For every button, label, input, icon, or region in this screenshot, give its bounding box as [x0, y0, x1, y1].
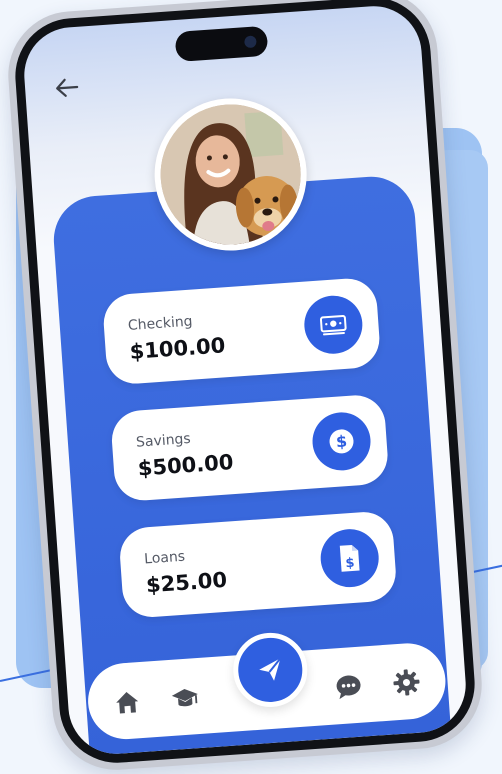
graduation-cap-icon [171, 688, 198, 707]
nav-learn[interactable] [167, 680, 203, 716]
chat-icon [336, 675, 361, 700]
account-balance: $100.00 [128, 333, 227, 364]
account-label: Savings [135, 430, 192, 451]
dollar-icon: $ [310, 410, 373, 473]
camera-icon [244, 35, 257, 49]
nav-settings[interactable] [388, 664, 424, 700]
back-button[interactable] [46, 66, 89, 109]
cash-icon [302, 293, 365, 356]
svg-text:$: $ [335, 432, 347, 452]
account-balance: $500.00 [137, 450, 235, 481]
account-card-loans[interactable]: Loans $25.00 $ [118, 510, 398, 619]
account-label: Checking [127, 313, 194, 335]
invoice-icon: $ [318, 527, 381, 590]
account-balance: $25.00 [145, 567, 228, 598]
account-card-checking[interactable]: Checking $100.00 [101, 276, 382, 386]
app-screen: Checking $100.00 Savings $500.00 $ Loans… [21, 3, 469, 757]
phone-mockup: Checking $100.00 Savings $500.00 $ Loans… [4, 0, 486, 774]
send-icon [259, 657, 282, 681]
account-label: Loans [143, 548, 186, 568]
avatar-photo [155, 99, 306, 250]
account-card-savings[interactable]: Savings $500.00 $ [109, 393, 390, 503]
svg-text:$: $ [345, 556, 355, 572]
nav-chat[interactable] [330, 668, 366, 704]
gear-icon [393, 669, 420, 696]
home-icon [116, 692, 139, 714]
arrow-left-icon [56, 78, 79, 97]
nav-home[interactable] [109, 684, 145, 720]
dynamic-island [174, 25, 269, 62]
avatar-illustration [155, 99, 306, 250]
